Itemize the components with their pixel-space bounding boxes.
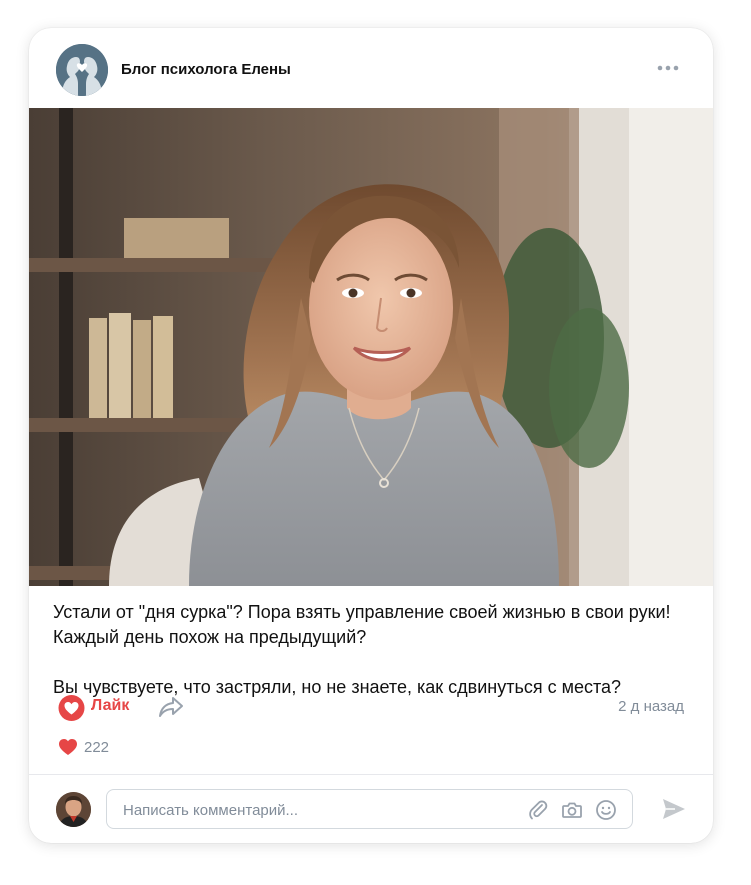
post-header: Блог психолога Елены: [29, 28, 713, 108]
user-photo: [56, 792, 91, 827]
post-card: Блог психолога Елены Устали от "дня сурк…: [29, 28, 713, 843]
heart-icon: [58, 695, 85, 721]
author-name[interactable]: Блог психолога Елены: [121, 61, 291, 78]
woman-portrait-image: [29, 108, 713, 586]
share-arrow-icon[interactable]: [157, 694, 185, 720]
user-avatar[interactable]: [56, 792, 91, 827]
post-photo[interactable]: [29, 108, 713, 586]
divider: [29, 774, 713, 775]
post-text-line: [53, 650, 693, 675]
comment-input[interactable]: [121, 799, 525, 821]
more-options-icon[interactable]: [653, 58, 683, 78]
like-label[interactable]: Лайк: [91, 697, 129, 715]
likes-summary[interactable]: [58, 738, 78, 756]
post-text-line: Вы чувствуете, что застряли, но не знает…: [53, 677, 622, 697]
likes-count[interactable]: 222: [84, 739, 109, 756]
post-text-line: Каждый день похож на предыдущий?: [53, 627, 367, 647]
comment-box: [106, 789, 633, 829]
paperclip-icon[interactable]: [527, 799, 549, 821]
author-avatar[interactable]: [56, 44, 108, 96]
smile-icon[interactable]: [595, 799, 617, 821]
heart-icon: [59, 739, 77, 755]
send-icon[interactable]: [661, 797, 687, 821]
like-button[interactable]: [58, 695, 85, 721]
profiles-heart-logo: [56, 44, 108, 96]
camera-icon[interactable]: [561, 799, 583, 821]
post-text: Устали от "дня сурка"? Пора взять управл…: [53, 600, 693, 700]
post-time: 2 д назад: [618, 698, 684, 715]
post-text-line: Устали от "дня сурка"? Пора взять управл…: [53, 602, 671, 622]
